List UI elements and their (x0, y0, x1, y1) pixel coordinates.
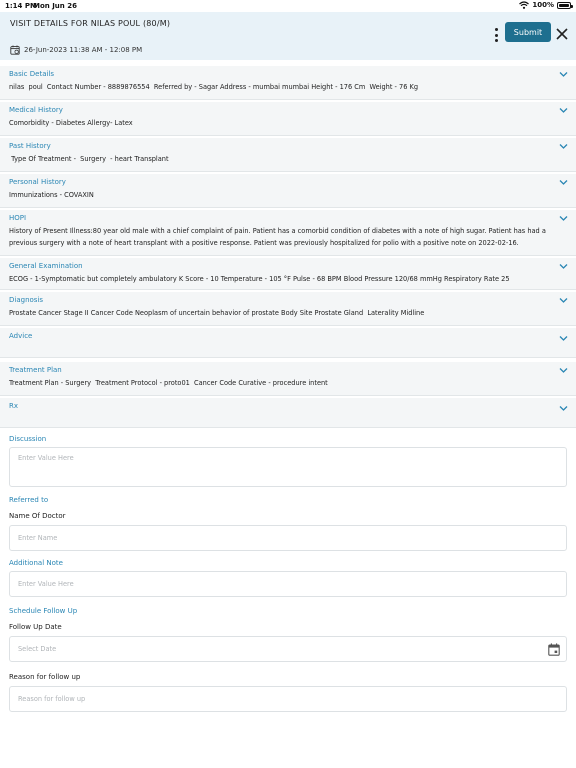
follow-up-reason-input[interactable] (9, 686, 567, 712)
wifi-icon (519, 1, 530, 9)
chevron-down-icon[interactable] (559, 215, 568, 222)
section-body: nilas poul Contact Number - 8889876554 R… (9, 83, 419, 91)
chevron-down-icon[interactable] (559, 297, 568, 304)
section-title: General Examination (9, 262, 83, 270)
section-body: ECOG - 1-Symptomatic but completely ambu… (9, 275, 510, 283)
section-past-history[interactable]: Past History Type Of Treatment - Surgery… (0, 138, 576, 172)
follow-up-reason-label: Reason for follow up (9, 673, 81, 681)
follow-up-date-label: Follow Up Date (9, 623, 62, 631)
section-title: Diagnosis (9, 296, 44, 304)
chevron-down-icon[interactable] (559, 179, 568, 186)
status-bar: 1:14 PM Mon Jun 26 100% (0, 0, 576, 12)
visit-date-text: 26-Jun-2023 11:38 AM - 12:08 PM (24, 46, 143, 54)
section-title: Treatment Plan (9, 366, 62, 374)
section-diagnosis[interactable]: Diagnosis Prostate Cancer Stage II Cance… (0, 292, 576, 326)
section-advice[interactable]: Advice (0, 328, 576, 358)
follow-up-date-input[interactable] (9, 636, 567, 662)
section-title: Rx (9, 402, 19, 410)
section-rx[interactable]: Rx (0, 398, 576, 428)
visit-date: 26-Jun-2023 11:38 AM - 12:08 PM (10, 45, 142, 55)
battery-icon (557, 1, 573, 9)
section-title: Basic Details (9, 70, 55, 78)
section-medical-history[interactable]: Medical History Comorbidity - Diabetes A… (0, 102, 576, 136)
chevron-down-icon[interactable] (559, 367, 568, 374)
section-personal-history[interactable]: Personal History Immunizations - COVAXIN (0, 174, 576, 208)
section-treatment-plan[interactable]: Treatment Plan Treatment Plan - Surgery … (0, 362, 576, 396)
page-title: VISIT DETAILS FOR NILAS POUL (80/M) (10, 19, 171, 28)
section-body: Comorbidity - Diabetes Allergy- Latex (9, 119, 133, 127)
chevron-down-icon[interactable] (559, 71, 568, 78)
referred-to-title: Referred to (9, 496, 49, 504)
calendar-icon (10, 45, 20, 55)
section-basic-details[interactable]: Basic Details nilas poul Contact Number … (0, 66, 576, 100)
section-body: Prostate Cancer Stage II Cancer Code Neo… (9, 309, 425, 317)
schedule-follow-up-title: Schedule Follow Up (9, 607, 78, 615)
chevron-down-icon[interactable] (559, 107, 568, 114)
discussion-input[interactable] (9, 447, 567, 487)
section-general-examination[interactable]: General Examination ECOG - 1-Symptomatic… (0, 258, 576, 290)
section-body: History of Present Illness:80 year old m… (9, 227, 548, 247)
close-icon[interactable] (555, 27, 569, 41)
discussion-title: Discussion (9, 435, 47, 443)
status-date: Mon Jun 26 (33, 2, 77, 10)
section-title: Past History (9, 142, 51, 150)
section-title: Personal History (9, 178, 66, 186)
status-right: 100% (519, 1, 573, 9)
chevron-down-icon[interactable] (559, 405, 568, 412)
section-title: HOPI (9, 214, 27, 222)
calendar-icon[interactable] (548, 643, 560, 656)
chevron-down-icon[interactable] (559, 263, 568, 270)
section-hopi[interactable]: HOPI History of Present Illness:80 year … (0, 210, 576, 256)
section-body: Treatment Plan - Surgery Treatment Proto… (9, 379, 328, 387)
submit-button[interactable]: Submit (505, 22, 551, 42)
doctor-name-label: Name Of Doctor (9, 512, 66, 520)
chevron-down-icon[interactable] (559, 335, 568, 342)
more-vertical-icon[interactable] (492, 28, 500, 42)
doctor-name-input[interactable] (9, 525, 567, 551)
section-title: Advice (9, 332, 33, 340)
battery-percent: 100% (532, 1, 554, 9)
chevron-down-icon[interactable] (559, 143, 568, 150)
additional-note-title: Additional Note (9, 559, 63, 567)
additional-note-input[interactable] (9, 571, 567, 597)
visit-header: VISIT DETAILS FOR NILAS POUL (80/M) 26-J… (0, 12, 576, 60)
section-title: Medical History (9, 106, 63, 114)
section-body: Immunizations - COVAXIN (9, 191, 94, 199)
section-body: Type Of Treatment - Surgery - heart Tran… (9, 155, 169, 163)
